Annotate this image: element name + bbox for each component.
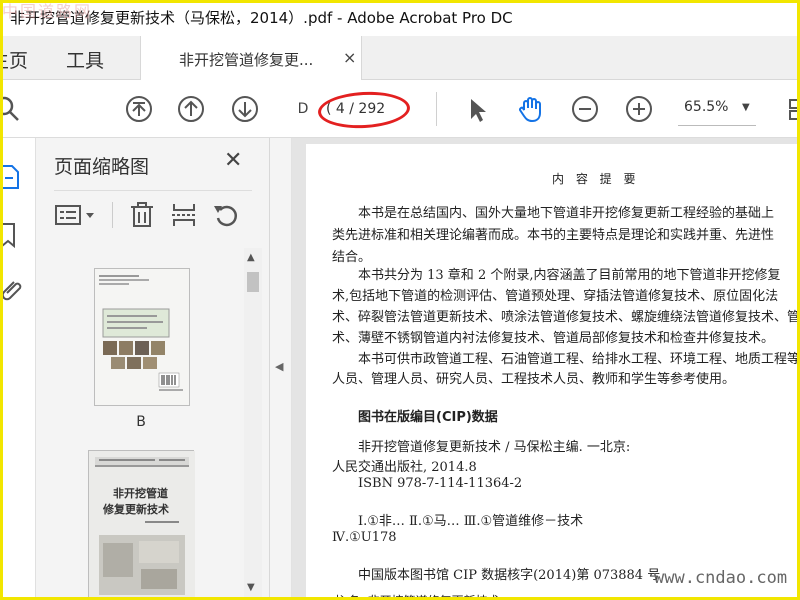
cip-line: 人民交通出版社, 2014.8 bbox=[332, 460, 477, 475]
bookmark-icon[interactable] bbox=[0, 220, 26, 250]
panel-title: 页面缩略图 bbox=[54, 156, 150, 178]
cip-heading: 图书在版编目(CIP)数据 bbox=[358, 410, 498, 425]
thumbnail-list: B 非开挖管道 修复更新技术 bbox=[36, 248, 246, 600]
left-rail bbox=[0, 138, 36, 600]
doc-line: 结合。 bbox=[332, 250, 372, 265]
doc-line: 人员、管理人员、研究人员、工程技术人员、教师和学生等参考使用。 bbox=[332, 372, 736, 387]
page-thumbnail-front-cover[interactable]: 非开挖管道 修复更新技术 bbox=[88, 450, 195, 600]
zoom-underline bbox=[678, 125, 756, 126]
cip-line: 非开挖管道修复更新技术 / 马保松主编. 一北京: bbox=[358, 440, 631, 455]
doc-line: 术,包括地下管道的检测评估、管道预处理、穿插法管道修复技术、原位固化法 bbox=[332, 289, 779, 304]
doc-heading: 内 容 提 要 bbox=[552, 172, 640, 186]
doc-line: 术、薄壁不锈钢管道内衬法修复技术、管道局部修复技术和检查井修复技术。 bbox=[332, 331, 775, 346]
trash-icon[interactable] bbox=[128, 200, 156, 230]
document-view[interactable]: 内 容 提 要 本书是在总结国内、国外大量地下管道非开挖修复更新工程经验的基础上… bbox=[292, 138, 800, 600]
document-tab-label: 非开挖管道修复更... bbox=[179, 51, 314, 69]
svg-text:修复更新技术: 修复更新技术 bbox=[102, 502, 169, 516]
watermark-top-left: 中国道路网 bbox=[2, 2, 93, 21]
insert-page-icon[interactable] bbox=[170, 200, 198, 230]
cip-line: Ⅰ.①非… Ⅱ.①马… Ⅲ.①管道维修－技术 bbox=[358, 514, 584, 529]
panel-divider bbox=[54, 190, 252, 191]
scroll-up-icon[interactable]: ▲ bbox=[247, 252, 255, 263]
panel-tool-divider bbox=[112, 202, 113, 228]
toolbar-divider bbox=[436, 92, 437, 126]
title-bar: 非开挖管道修复更新技术（马保松，2014）.pdf - Adobe Acroba… bbox=[0, 0, 800, 36]
zoom-out-icon[interactable] bbox=[570, 94, 600, 124]
doc-line: 本书是在总结国内、国外大量地下管道非开挖修复更新工程经验的基础上 bbox=[358, 206, 775, 221]
collapse-left-icon[interactable]: ◀ bbox=[275, 360, 283, 373]
svg-text:非开挖管道: 非开挖管道 bbox=[113, 486, 168, 500]
document-page: 内 容 提 要 本书是在总结国内、国外大量地下管道非开挖修复更新工程经验的基础上… bbox=[306, 144, 800, 600]
scrollbar-thumb[interactable] bbox=[247, 272, 259, 292]
attachment-icon[interactable] bbox=[0, 276, 26, 306]
zoom-in-icon[interactable] bbox=[624, 94, 654, 124]
toolbar: D ( 4 / 292 65.5% ▼ bbox=[0, 80, 800, 138]
tab-close-icon[interactable]: × bbox=[343, 48, 356, 67]
page-thumbnails-icon[interactable] bbox=[0, 156, 26, 196]
doc-line: 本书共分为 13 章和 2 个附录,内容涵盖了目前常用的地下管道非开挖修复 bbox=[358, 268, 781, 283]
first-page-icon[interactable] bbox=[124, 94, 154, 124]
tab-bar: 主页 工具 非开挖管道修复更... × bbox=[0, 36, 800, 80]
cip-line: Ⅳ.①U178 bbox=[332, 530, 397, 545]
thumbnail-options-icon[interactable] bbox=[54, 200, 98, 230]
prev-page-icon[interactable] bbox=[176, 94, 206, 124]
doc-line: 本书可供市政管道工程、石油管道工程、给排水工程、环境工程、地质工程等 bbox=[358, 352, 800, 367]
doc-line: 类先进标准和相关理论编著而成。本书的主要特点是理论和实践并重、先进性 bbox=[332, 228, 775, 243]
next-page-icon[interactable] bbox=[230, 94, 260, 124]
doc-line: 术、碎裂管法管道更新技术、喷涂法管道修复技术、螺旋缠绕法管道修复技术、管 bbox=[332, 310, 800, 325]
thumbnail-scrollbar[interactable]: ▲ ▼ bbox=[244, 248, 262, 600]
close-icon[interactable]: ✕ bbox=[224, 148, 242, 173]
select-cursor-icon[interactable] bbox=[462, 94, 492, 124]
search-icon[interactable] bbox=[0, 94, 24, 124]
thumbnails-panel: 页面缩略图 ✕ B 非开挖管道 修复更新技术 ▲ ▼ bbox=[36, 138, 270, 600]
more-tools-icon[interactable] bbox=[786, 98, 800, 120]
cip-line-cut: 书 名: 非开挖管道修复更新技术 bbox=[332, 592, 500, 600]
home-nav[interactable]: 主页 bbox=[0, 46, 28, 73]
panel-collapse-strip[interactable]: ◀ bbox=[270, 138, 292, 600]
document-tab[interactable]: 非开挖管道修复更... × bbox=[140, 36, 362, 80]
hand-tool-icon[interactable] bbox=[516, 94, 546, 124]
watermark-bottom-right: www.cndao.com bbox=[654, 568, 788, 588]
page-thumbnail-back-cover[interactable] bbox=[94, 268, 190, 406]
scroll-down-icon[interactable]: ▼ bbox=[247, 582, 255, 593]
rotate-icon[interactable] bbox=[212, 200, 240, 230]
zoom-level[interactable]: 65.5% bbox=[684, 99, 728, 115]
tools-nav[interactable]: 工具 bbox=[66, 46, 104, 73]
cip-line: ISBN 978-7-114-11364-2 bbox=[358, 476, 523, 491]
chevron-down-icon[interactable]: ▼ bbox=[742, 102, 750, 113]
page-thumbnail-label: B bbox=[136, 414, 146, 430]
cip-line: 中国版本图书馆 CIP 数据核字(2014)第 073884 号 bbox=[358, 568, 661, 583]
